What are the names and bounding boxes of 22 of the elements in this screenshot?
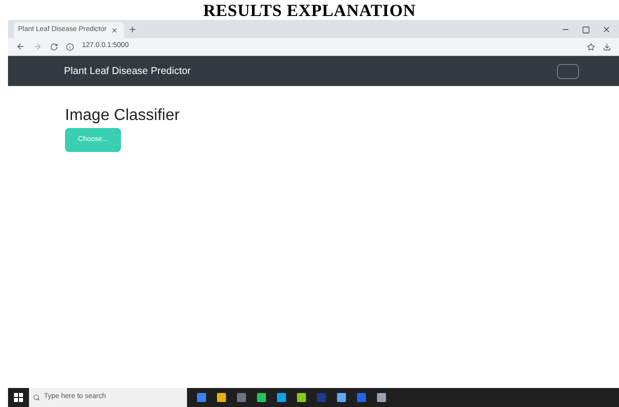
app-icon[interactable] xyxy=(257,393,266,402)
download-icon[interactable] xyxy=(603,42,611,50)
app-icon[interactable] xyxy=(217,393,226,402)
page-heading: Image Classifier xyxy=(65,106,181,126)
app-icon[interactable] xyxy=(277,393,286,402)
app-icon[interactable] xyxy=(297,393,306,402)
navbar-brand[interactable]: Plant Leaf Disease Predictor xyxy=(64,64,191,78)
back-icon[interactable] xyxy=(16,42,25,51)
navbar-button[interactable] xyxy=(557,64,579,78)
app-icon[interactable] xyxy=(337,393,346,402)
star-icon[interactable] xyxy=(587,42,595,50)
forward-icon[interactable] xyxy=(33,42,42,51)
slide-title: RESULTS EXPLANATION xyxy=(203,2,416,20)
search-icon xyxy=(33,394,40,401)
reload-icon[interactable] xyxy=(50,42,58,50)
info-icon xyxy=(66,42,74,50)
windows-icon[interactable] xyxy=(14,393,23,402)
new-tab-icon[interactable] xyxy=(128,25,137,34)
close-icon[interactable] xyxy=(602,25,611,34)
app-icon[interactable] xyxy=(377,393,386,402)
close-icon[interactable] xyxy=(110,26,118,34)
maximize-icon[interactable] xyxy=(582,26,590,34)
